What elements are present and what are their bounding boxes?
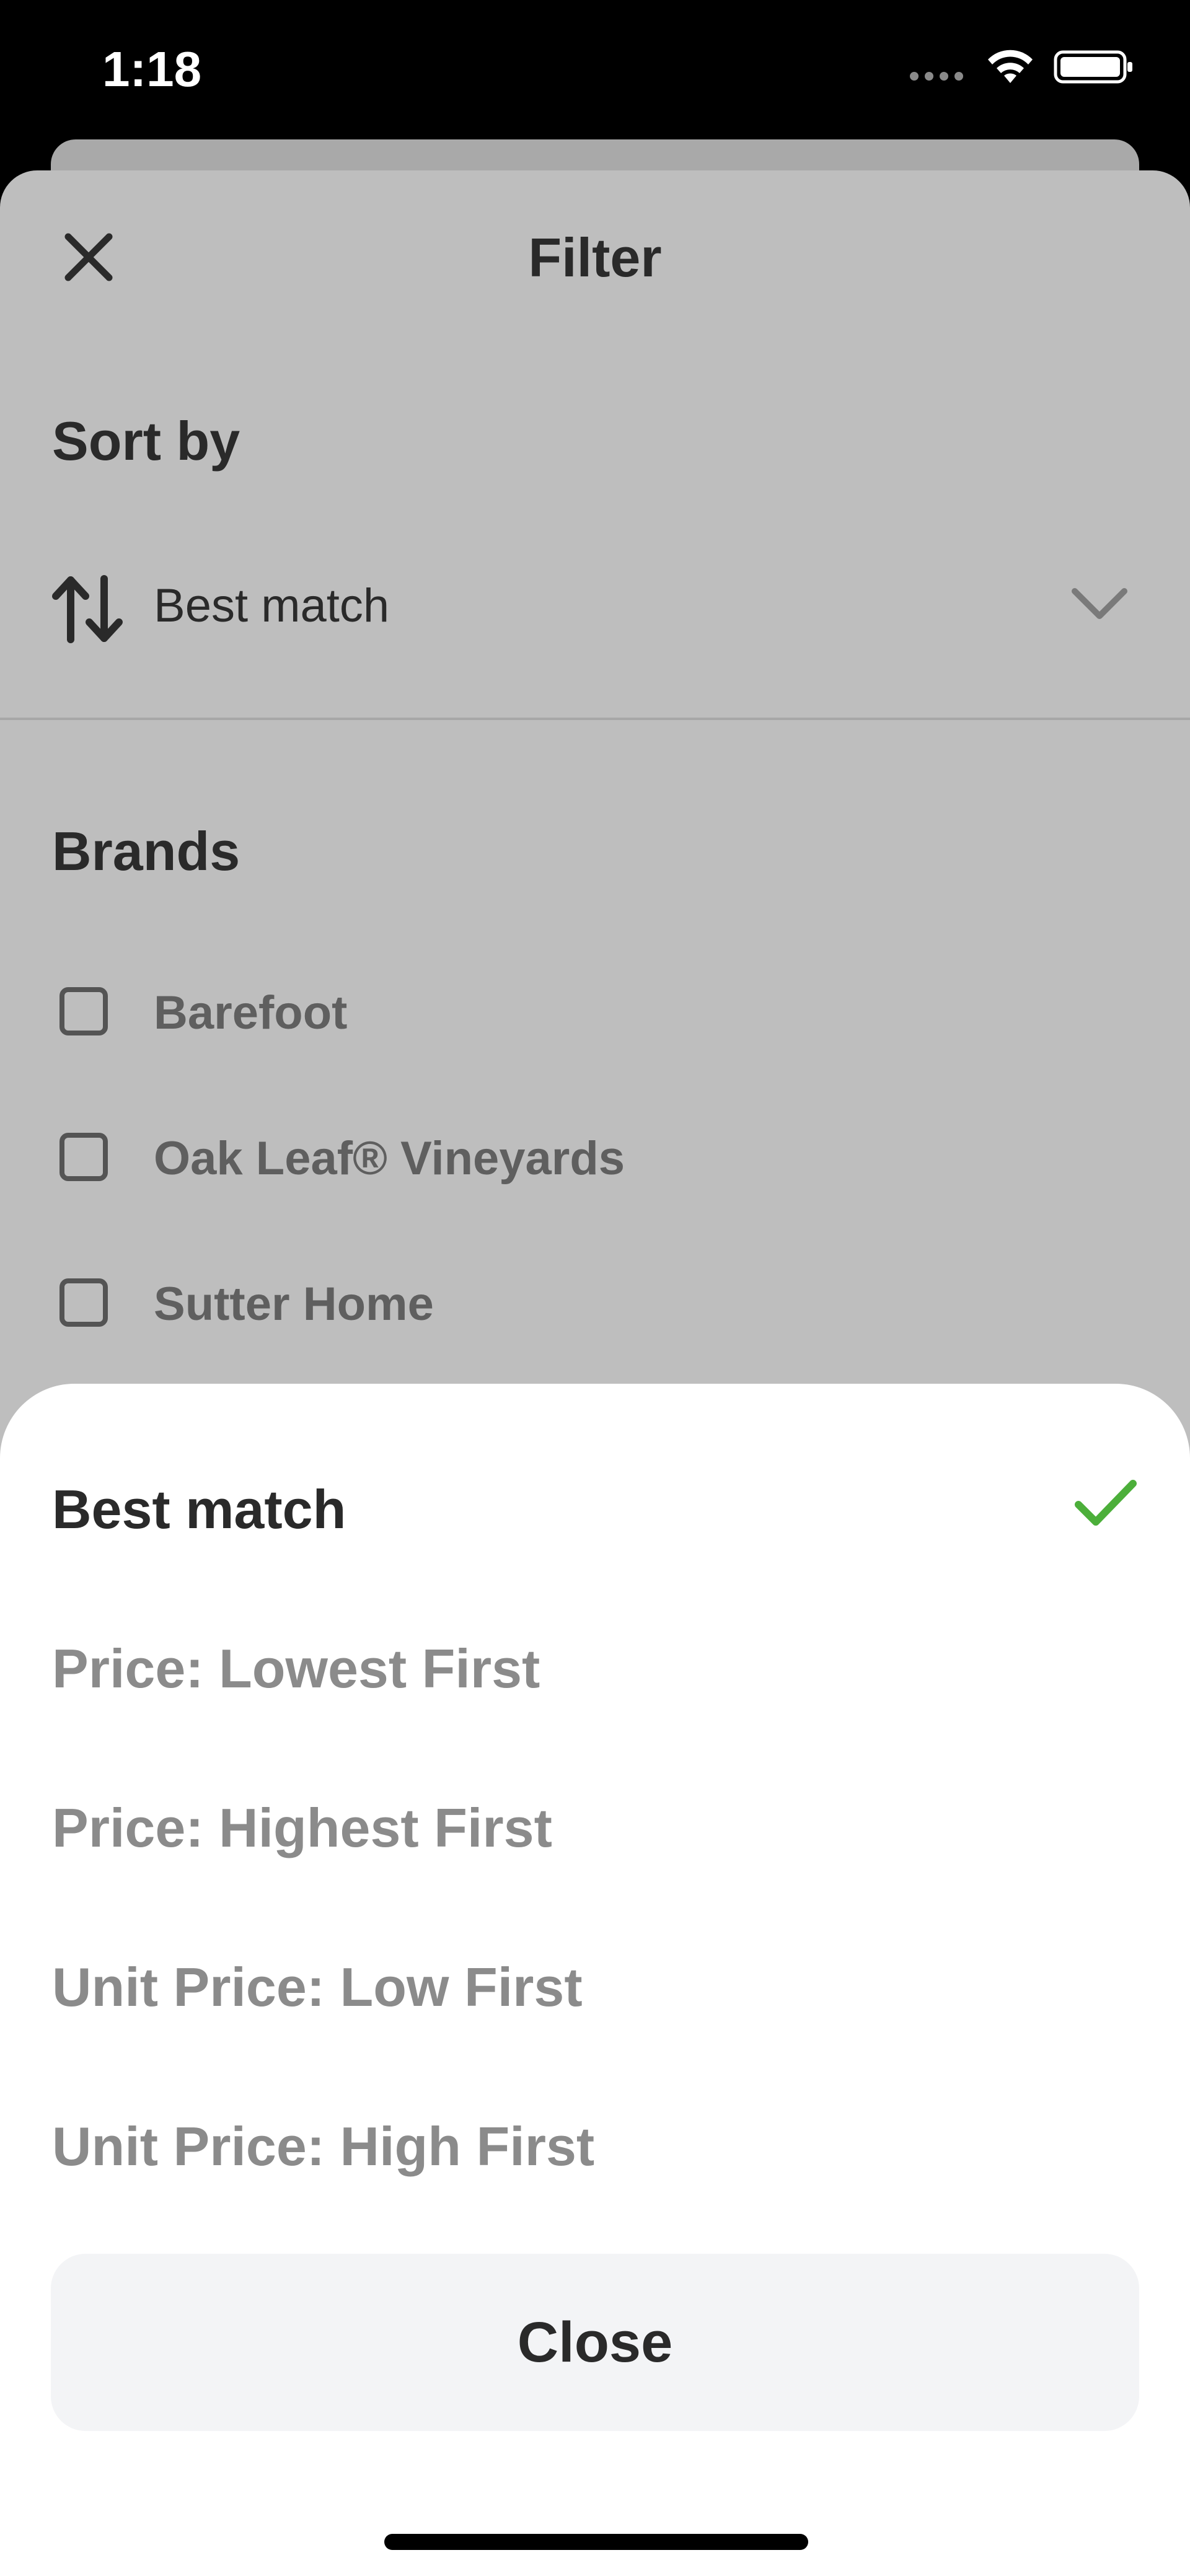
- brand-label: Oak Leaf® Vineyards: [154, 1132, 625, 1185]
- sort-dropdown[interactable]: Best match: [52, 558, 1143, 657]
- checkbox[interactable]: [60, 1133, 108, 1181]
- brand-checkbox-item[interactable]: Sutter Home: [60, 1278, 1051, 1340]
- battery-icon: [1054, 50, 1132, 84]
- sort-arrows-icon: [52, 575, 123, 643]
- option-label: Unit Price: Low First: [52, 1956, 583, 2018]
- wifi-icon: [988, 50, 1033, 83]
- option-label: Best match: [52, 1479, 346, 1540]
- option-label: Price: Lowest First: [52, 1638, 540, 1699]
- sort-by-heading: Sort by: [52, 410, 240, 472]
- brand-checkbox-item[interactable]: Oak Leaf® Vineyards: [60, 1133, 1051, 1195]
- brand-label: Sutter Home: [154, 1278, 434, 1330]
- sort-option-unit-price-low[interactable]: Unit Price: Low First: [52, 1939, 1143, 2026]
- sort-option-price-highest[interactable]: Price: Highest First: [52, 1780, 1143, 1866]
- page-title: Filter: [528, 227, 662, 288]
- section-divider: [0, 718, 1190, 720]
- close-button-label: Close: [517, 2311, 673, 2374]
- option-label: Price: Highest First: [52, 1797, 552, 1858]
- checkbox[interactable]: [60, 1278, 108, 1327]
- brands-heading: Brands: [52, 820, 240, 882]
- sort-option-price-lowest[interactable]: Price: Lowest First: [52, 1620, 1143, 1707]
- brand-label: Barefoot: [154, 987, 348, 1039]
- brand-checkbox-item[interactable]: Barefoot: [60, 987, 1051, 1049]
- status-time: 1:18: [102, 42, 202, 97]
- cellular-signal-icon: [910, 72, 963, 81]
- sort-option-best-match[interactable]: Best match: [52, 1461, 1143, 1548]
- status-bar: 1:18: [0, 0, 1190, 143]
- home-indicator[interactable]: [384, 2534, 808, 2550]
- status-icons: [910, 48, 1134, 86]
- sort-options-sheet: Best match Price: Lowest First Price: Hi…: [0, 1384, 1190, 2576]
- sort-selected-value: Best match: [154, 579, 390, 632]
- checkmark-icon: [1075, 1480, 1137, 1526]
- option-label: Unit Price: High First: [52, 2116, 595, 2177]
- chevron-down-icon: [1072, 588, 1127, 619]
- close-button[interactable]: Close: [51, 2254, 1139, 2431]
- checkbox[interactable]: [60, 987, 108, 1035]
- sort-option-unit-price-high[interactable]: Unit Price: High First: [52, 2098, 1143, 2185]
